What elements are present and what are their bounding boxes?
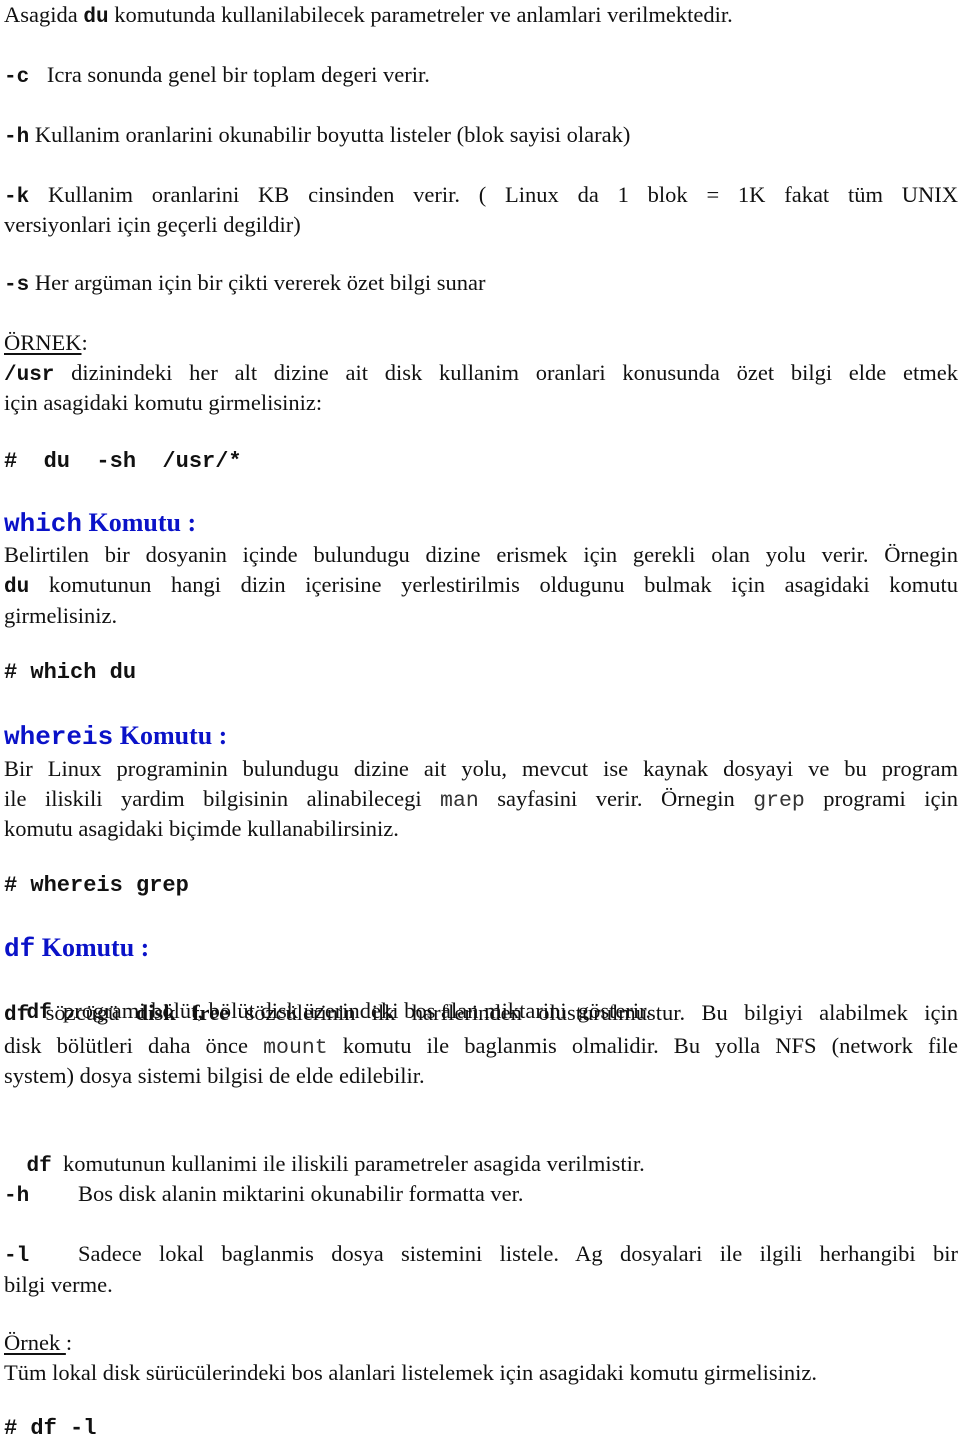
df-line-3: disk bölütleri daha önce mount komutu il… xyxy=(4,1031,958,1063)
whereis-line-1: Bir Linux programinin bulundugu dizine a… xyxy=(4,754,958,784)
whereis-example-command: # whereis grep xyxy=(4,873,189,898)
df-text: disk bölütleri daha önce xyxy=(4,1033,264,1058)
heading-command: whereis xyxy=(4,722,114,752)
df-line-2: df sözcügü disk free sözcülerinin ilk ha… xyxy=(4,998,958,1031)
example-text: dizinindeki her alt dizine ait disk kull… xyxy=(54,360,958,385)
df-text: komutu ile baglanmis olmalidir. Bu yolla… xyxy=(327,1033,958,1058)
df-text: komutunun kullanimi ile iliskili paramet… xyxy=(57,1151,645,1176)
example-label-text: ÖRNEK xyxy=(4,330,82,355)
whereis-line-3: komutu asagidaki biçimde kullanabilirsin… xyxy=(4,814,399,844)
df-param-l: -l Sadece lokal baglanmis dosya sistemini… xyxy=(4,1239,958,1272)
example-label-text: Örnek xyxy=(4,1330,66,1355)
inline-command: du xyxy=(4,576,30,599)
which-line-3: girmelisiniz. xyxy=(4,601,117,631)
example-label: ÖRNEK: xyxy=(4,328,88,358)
example-line-2: için asagidaki komutu girmelisiniz: xyxy=(4,388,322,418)
df-text: sözcülerinin ilk harflerinden olusturulm… xyxy=(229,1000,958,1025)
df-example-command: # df -l xyxy=(4,1416,97,1441)
which-example-command: # which du xyxy=(4,660,137,685)
du-param-c: -c Icra sonunda genel bir toplam degeri … xyxy=(4,60,430,93)
whereis-text: sayfasini verir. Örnegin xyxy=(478,786,754,811)
df-text: sözcügü xyxy=(45,1000,136,1025)
du-intro: Asagida du komutunda kullanilabilecek pa… xyxy=(4,0,733,33)
param-description: Kullanim oranlarini okunabilir boyutta l… xyxy=(34,122,631,147)
inline-command: df xyxy=(26,1155,52,1178)
du-param-s: -s Her argüman için bir çikti vererek öz… xyxy=(4,268,486,301)
heading-text: Komutu : xyxy=(113,721,228,750)
df-line-4: system) dosya sistemi bilgisi de elde ed… xyxy=(4,1061,425,1091)
du-param-h: -h Kullanim oranlarini okunabilir boyutt… xyxy=(4,120,630,153)
example-text: Tüm lokal disk sürücülerindeki bos alanl… xyxy=(4,1360,817,1385)
param-description: bilgi verme. xyxy=(4,1272,113,1297)
df-bold-term: disk free xyxy=(135,1000,230,1025)
inline-path: /usr xyxy=(4,364,55,387)
param-flag: -c xyxy=(4,66,30,89)
inline-command: df xyxy=(4,1004,30,1027)
example-colon: : xyxy=(65,1330,73,1355)
whereis-text: Bir Linux programinin bulundugu dizine a… xyxy=(4,756,958,781)
intro-text: komutunda kullanilabilecek parametreler … xyxy=(108,2,733,27)
param-flag: -s xyxy=(4,274,30,297)
du-param-k: -k Kullanim oranlarini KB cinsinden veri… xyxy=(4,180,958,213)
df-heading: df Komutu : xyxy=(4,933,149,964)
whereis-heading: whereis Komutu : xyxy=(4,721,227,752)
inline-code: mount xyxy=(263,1036,328,1060)
which-line-1: Belirtilen bir dosyanin içinde bulundugu… xyxy=(4,540,958,570)
param-flag: -h xyxy=(4,126,30,149)
which-heading: which Komutu : xyxy=(4,508,196,539)
du-example-command: # du -sh /usr/* xyxy=(4,449,242,474)
param-flag: -k xyxy=(4,186,30,209)
df-text: system) dosya sistemi bilgisi de elde ed… xyxy=(4,1063,425,1088)
inline-command: du xyxy=(83,6,109,29)
df-param-l-cont: bilgi verme. xyxy=(4,1270,113,1300)
param-description: Kullanim oranlarini KB cinsinden verir. … xyxy=(48,182,959,207)
param-description: Sadece lokal baglanmis dosya sistemini l… xyxy=(78,1241,958,1266)
which-line-2: du komutunun hangi dizin içerisine yerle… xyxy=(4,570,958,603)
df-example-label: Örnek : xyxy=(4,1328,72,1358)
heading-command: which xyxy=(4,509,83,539)
whereis-text: ile iliskili yardim bilgisinin alinabile… xyxy=(4,786,441,811)
param-description: versiyonlari için geçerli degildir) xyxy=(4,212,301,237)
example-text: için asagidaki komutu girmelisiniz: xyxy=(4,390,323,415)
example-line-1: /usr dizinindeki her alt dizine ait disk… xyxy=(4,358,958,391)
whereis-text: komutu asagidaki biçimde kullanabilirsin… xyxy=(4,816,399,841)
heading-text: Komutu : xyxy=(35,933,150,962)
which-text: komutunun hangi dizin içerisine yerlesti… xyxy=(29,572,958,597)
df-example-text: Tüm lokal disk sürücülerindeki bos alanl… xyxy=(4,1358,817,1388)
du-param-k-cont: versiyonlari için geçerli degildir) xyxy=(4,210,301,240)
param-description: Her argüman için bir çikti vererek özet … xyxy=(34,270,486,295)
inline-code: grep xyxy=(753,789,805,813)
intro-text: Asagida xyxy=(4,2,84,27)
whereis-line-2: ile iliskili yardim bilgisinin alinabile… xyxy=(4,784,958,816)
example-colon: : xyxy=(81,330,88,355)
which-text: Belirtilen bir dosyanin içinde bulundugu… xyxy=(4,542,958,567)
whereis-text: programi için xyxy=(804,786,958,811)
param-description: Icra sonunda genel bir toplam degeri ver… xyxy=(41,62,430,87)
df-param-h: -h Bos disk alanin miktarini okunabilir f… xyxy=(4,1179,524,1212)
heading-text: Komutu : xyxy=(82,508,197,537)
which-text: girmelisiniz. xyxy=(4,603,118,628)
param-flag: -h xyxy=(4,1185,30,1208)
heading-command: df xyxy=(4,934,36,964)
param-description: Bos disk alanin miktarini okunabilir for… xyxy=(78,1181,524,1206)
inline-code: man xyxy=(440,789,479,813)
param-flag: -l xyxy=(4,1245,30,1268)
